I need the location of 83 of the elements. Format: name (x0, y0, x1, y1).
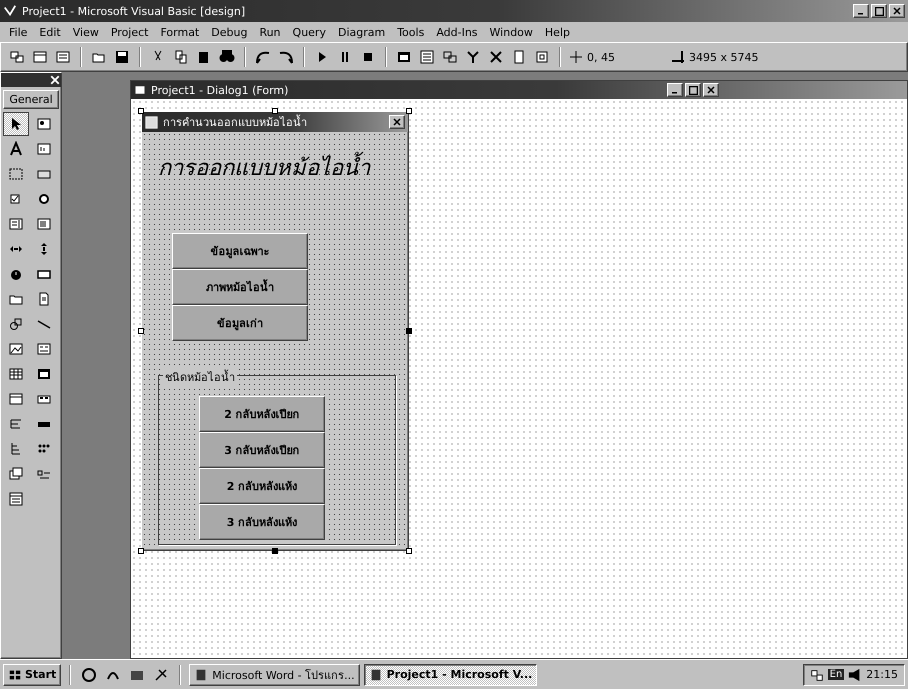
command-button[interactable]: 3 กลับหลังเปียก (199, 432, 325, 468)
command-button[interactable]: ข้อมูลเฉพาะ (172, 233, 308, 269)
menu-item[interactable]: Window (484, 24, 538, 40)
list-icon (36, 216, 52, 232)
save-icon (114, 49, 130, 65)
frame-icon (8, 166, 24, 182)
menu-item[interactable]: Help (540, 24, 575, 40)
menu-item[interactable]: Format (155, 24, 204, 40)
redo-icon (278, 49, 294, 65)
form-window[interactable]: การคำนวนออกแบบหม้อไอน้ำ การออกแบบหม้อไอน้ำ ข้อมูลเฉพาะ ภาพหม้อไอน้ำ ข้อมูลเก่า ชนิดหม้อไอน้ำ 2 กลับหลังเปียก 3 กลับหลังเปียก 2 กลับหลังแห้ง 3 กลับหลังแห้ง (141, 111, 409, 551)
position-icon (568, 49, 584, 65)
maximize-icon (874, 6, 884, 16)
menu-item[interactable]: Query (288, 24, 331, 40)
data-icon (36, 341, 52, 357)
window-title: Project1 - Microsoft Visual Basic [design] (22, 4, 246, 18)
close-icon (393, 118, 401, 126)
selection-handle[interactable] (272, 108, 278, 114)
network-icon (810, 668, 824, 682)
speaker-icon (848, 668, 862, 682)
menu-item[interactable]: Run (254, 24, 286, 40)
menu-item[interactable]: File (4, 24, 32, 40)
taskbar-button[interactable]: Project1 - Microsoft V... (364, 664, 538, 686)
windows-logo-icon (8, 668, 22, 682)
panel-icon (8, 391, 24, 407)
size-readout: 3495 x 5745 (689, 50, 758, 64)
layout-icon (442, 49, 458, 65)
maximize-button[interactable] (871, 4, 887, 18)
frame-label: ชนิดหม้อไอน้ำ (163, 368, 237, 386)
selection-handle[interactable] (406, 548, 412, 554)
minimize-button[interactable] (667, 83, 683, 97)
close-icon (893, 7, 901, 15)
command-button[interactable]: ข้อมูลเก่า (172, 305, 308, 341)
menu-item[interactable]: Edit (34, 24, 66, 40)
copy-icon (173, 49, 189, 65)
menu-item[interactable]: Diagram (332, 24, 390, 40)
selection-handle[interactable] (138, 108, 144, 114)
form-title: การคำนวนออกแบบหม้อไอน้ำ (163, 114, 308, 131)
selection-handle[interactable] (272, 548, 278, 554)
menu-item[interactable]: Debug (206, 24, 252, 40)
command-button[interactable]: 2 กลับหลังเปียก (199, 396, 325, 432)
menu-editor-icon (55, 49, 71, 65)
close-button[interactable] (889, 4, 905, 18)
toolbox-tab[interactable]: General (3, 90, 59, 109)
maximize-button[interactable] (685, 83, 701, 97)
shape-icon (8, 316, 24, 332)
selection-handle[interactable] (406, 328, 412, 334)
command-button[interactable]: 2 กลับหลังแห้ง (199, 468, 325, 504)
menu-item[interactable]: View (68, 24, 104, 40)
combo-icon (8, 216, 24, 232)
form-heading: การออกแบบหม้อไอน้ำ (150, 150, 400, 185)
project-icon (9, 49, 25, 65)
language-indicator[interactable]: En (828, 669, 844, 680)
selection-handle[interactable] (406, 108, 412, 114)
command-button[interactable]: ภาพหม้อไอน้ำ (172, 269, 308, 305)
designer-title: Project1 - Dialog1 (Form) (151, 84, 290, 96)
properties-icon (419, 49, 435, 65)
toolbox-tool[interactable] (3, 112, 29, 136)
grid-icon (8, 366, 24, 382)
start-button[interactable]: Start (3, 664, 62, 686)
size-icon (670, 49, 686, 65)
menu-item[interactable]: Tools (392, 24, 430, 40)
undo-icon (255, 49, 271, 65)
picture-icon (36, 116, 52, 132)
minimize-button[interactable] (853, 4, 869, 18)
option-icon (36, 191, 52, 207)
window-icon (396, 49, 412, 65)
position-readout: 0, 45 (587, 50, 616, 64)
selection-handle[interactable] (138, 328, 144, 334)
menu-item[interactable]: Add-Ins (431, 24, 483, 40)
image-icon (8, 341, 24, 357)
textbox-icon (36, 141, 52, 157)
close-button[interactable] (389, 115, 405, 129)
maximize-icon (688, 86, 698, 94)
selection-handle[interactable] (138, 548, 144, 554)
windows-icon (8, 466, 24, 482)
close-button[interactable] (703, 83, 719, 97)
menu-item[interactable]: Project (106, 24, 154, 40)
clock: 21:15 (866, 668, 898, 681)
taskbar-button[interactable]: Microsoft Word - โปรแกร... (189, 664, 360, 686)
label-icon (8, 141, 24, 157)
close-icon (707, 86, 715, 94)
binoculars-icon (219, 49, 235, 65)
command-button[interactable]: 3 กลับหลังแห้ง (199, 504, 325, 540)
